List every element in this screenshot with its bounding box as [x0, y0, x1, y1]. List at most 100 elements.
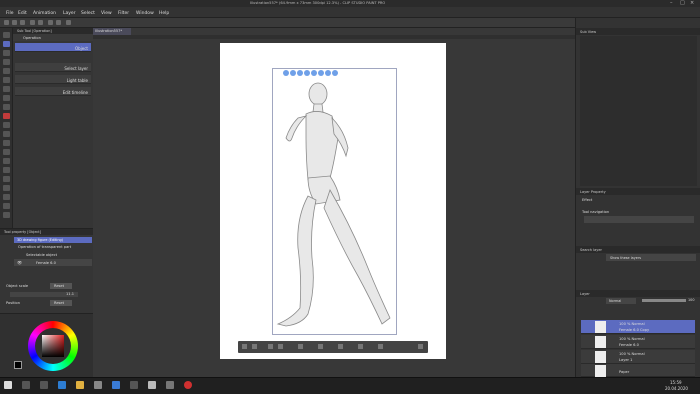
- clock-date: 20.04.2020: [665, 386, 688, 391]
- lock-icon[interactable]: [378, 344, 383, 349]
- maximize-icon[interactable]: □: [680, 0, 685, 6]
- start-icon[interactable]: [4, 381, 12, 389]
- record-icon[interactable]: [184, 381, 192, 389]
- eyedropper-tool-icon[interactable]: [3, 77, 10, 83]
- save-icon[interactable]: [20, 20, 25, 25]
- subtool-group[interactable]: Operation: [13, 34, 93, 41]
- menu-file[interactable]: File: [6, 11, 14, 16]
- subtool-item-object[interactable]: Object: [15, 43, 91, 52]
- layer-filter-dropdown[interactable]: Show these layers: [606, 254, 696, 261]
- pencil-tool-icon[interactable]: [3, 95, 10, 101]
- menu-layer[interactable]: Layer: [63, 11, 76, 16]
- menu-animation[interactable]: Animation: [33, 11, 56, 16]
- effect-label: Effect: [582, 198, 593, 202]
- balloon-tool-icon[interactable]: [3, 203, 10, 209]
- menu-window[interactable]: Window: [136, 11, 154, 16]
- edge-icon[interactable]: [58, 381, 66, 389]
- layer-row[interactable]: 100 % Normal Female 6.0: [581, 335, 695, 349]
- rotate-right-icon[interactable]: [252, 344, 257, 349]
- undo-icon[interactable]: [30, 20, 35, 25]
- fit-icon[interactable]: [298, 344, 303, 349]
- pen-tool-icon[interactable]: [3, 86, 10, 92]
- blend-tool-icon[interactable]: [3, 140, 10, 146]
- layer-row[interactable]: 100 % Normal Layer 1: [581, 350, 695, 364]
- current-color-swatch[interactable]: [14, 361, 22, 369]
- figure-tool-icon[interactable]: [3, 167, 10, 173]
- search-layer-header: Search layer: [576, 246, 700, 253]
- correct-line-tool-icon[interactable]: [3, 212, 10, 218]
- selection-tool-icon[interactable]: [3, 59, 10, 65]
- tool-property-name: 3D drawing figure (Editing): [14, 237, 92, 243]
- fill-tool-icon[interactable]: [3, 149, 10, 155]
- clear-icon[interactable]: [48, 20, 53, 25]
- store-icon[interactable]: [94, 381, 102, 389]
- app-icon[interactable]: [130, 381, 138, 389]
- sub-view-area[interactable]: [580, 36, 697, 186]
- open-icon[interactable]: [12, 20, 17, 25]
- reset-camera-icon[interactable]: [358, 344, 363, 349]
- settings-app-icon[interactable]: [166, 381, 174, 389]
- flip-icon[interactable]: [318, 344, 323, 349]
- layer-row[interactable]: Paper: [581, 364, 695, 377]
- object-scale-label: Object scale: [6, 284, 29, 288]
- tool-navigation-button[interactable]: [584, 216, 694, 223]
- rotate-left-icon[interactable]: [242, 344, 247, 349]
- redo-icon[interactable]: [38, 20, 43, 25]
- close-icon[interactable]: ×: [690, 0, 694, 6]
- subtool-item-edit-timeline[interactable]: Edit timeline: [15, 87, 91, 96]
- layer-thumbnail: [595, 336, 606, 348]
- ruler-tool-icon[interactable]: [3, 185, 10, 191]
- saturation-square[interactable]: [42, 335, 64, 357]
- window-title: Illustration557* (64.9mm x 73mm 300dpi 1…: [250, 1, 386, 5]
- 3d-figure[interactable]: [272, 68, 397, 335]
- document-tab[interactable]: Illustration557*: [93, 28, 131, 35]
- brush-tool-icon[interactable]: [3, 104, 10, 110]
- new-icon[interactable]: [4, 20, 9, 25]
- frame-tool-icon[interactable]: [3, 176, 10, 182]
- menu-edit[interactable]: Edit: [18, 11, 27, 16]
- subtool-item-light-table[interactable]: Light table: [15, 75, 91, 84]
- reset-button[interactable]: Reset: [50, 283, 72, 289]
- task-view-icon[interactable]: [40, 381, 48, 389]
- menu-help[interactable]: Help: [159, 11, 169, 16]
- menu-select[interactable]: Select: [81, 11, 95, 16]
- subtool-item-select-layer[interactable]: Select layer: [15, 63, 91, 72]
- minimize-icon[interactable]: –: [670, 0, 673, 6]
- pose-icon[interactable]: [338, 344, 343, 349]
- canvas-navigation-bar: [238, 341, 428, 353]
- search-icon[interactable]: [22, 381, 30, 389]
- gradient-tool-icon[interactable]: [3, 158, 10, 164]
- blend-mode-dropdown[interactable]: Normal: [606, 298, 636, 304]
- airbrush-tool-icon[interactable]: [3, 113, 10, 119]
- layer-thumbnail: [595, 365, 606, 377]
- eye-icon[interactable]: 👁: [17, 260, 22, 265]
- eraser-tool-icon[interactable]: [3, 131, 10, 137]
- selectable-object-row[interactable]: 👁 Female 6.0: [14, 259, 92, 266]
- opacity-value: 100: [688, 298, 695, 302]
- decoration-tool-icon[interactable]: [3, 122, 10, 128]
- operation-tool-icon[interactable]: [3, 41, 10, 47]
- layer-row[interactable]: 100 % Normal Female 6.0 Copy: [581, 320, 695, 334]
- clip-studio-icon[interactable]: [148, 381, 156, 389]
- move-layer-tool-icon[interactable]: [3, 50, 10, 56]
- auto-select-tool-icon[interactable]: [3, 68, 10, 74]
- settings-icon[interactable]: [418, 344, 423, 349]
- deselect-icon[interactable]: [66, 20, 71, 25]
- subtool-panel: Sub Tool [Operation] Operation Object Se…: [13, 28, 93, 248]
- menu-filter[interactable]: Filter: [118, 11, 129, 16]
- menu-view[interactable]: View: [101, 11, 112, 16]
- mail-icon[interactable]: [112, 381, 120, 389]
- tool-property-header: Tool property [Object]: [0, 229, 93, 235]
- opacity-slider[interactable]: [642, 299, 686, 302]
- zoom-tool-icon[interactable]: [3, 32, 10, 38]
- zoom-in-icon[interactable]: [278, 344, 283, 349]
- zoom-out-icon[interactable]: [268, 344, 273, 349]
- text-tool-icon[interactable]: [3, 194, 10, 200]
- transparent-operation-label: Operation of transparent part: [18, 245, 72, 249]
- explorer-icon[interactable]: [76, 381, 84, 389]
- transform-icon[interactable]: [56, 20, 61, 25]
- layer-thumbnail: [595, 351, 606, 363]
- menu-bar: File Edit Animation Layer Select View Fi…: [0, 7, 700, 18]
- selectable-object-label: Selectable object: [26, 253, 57, 257]
- position-reset-button[interactable]: Reset: [50, 300, 72, 306]
